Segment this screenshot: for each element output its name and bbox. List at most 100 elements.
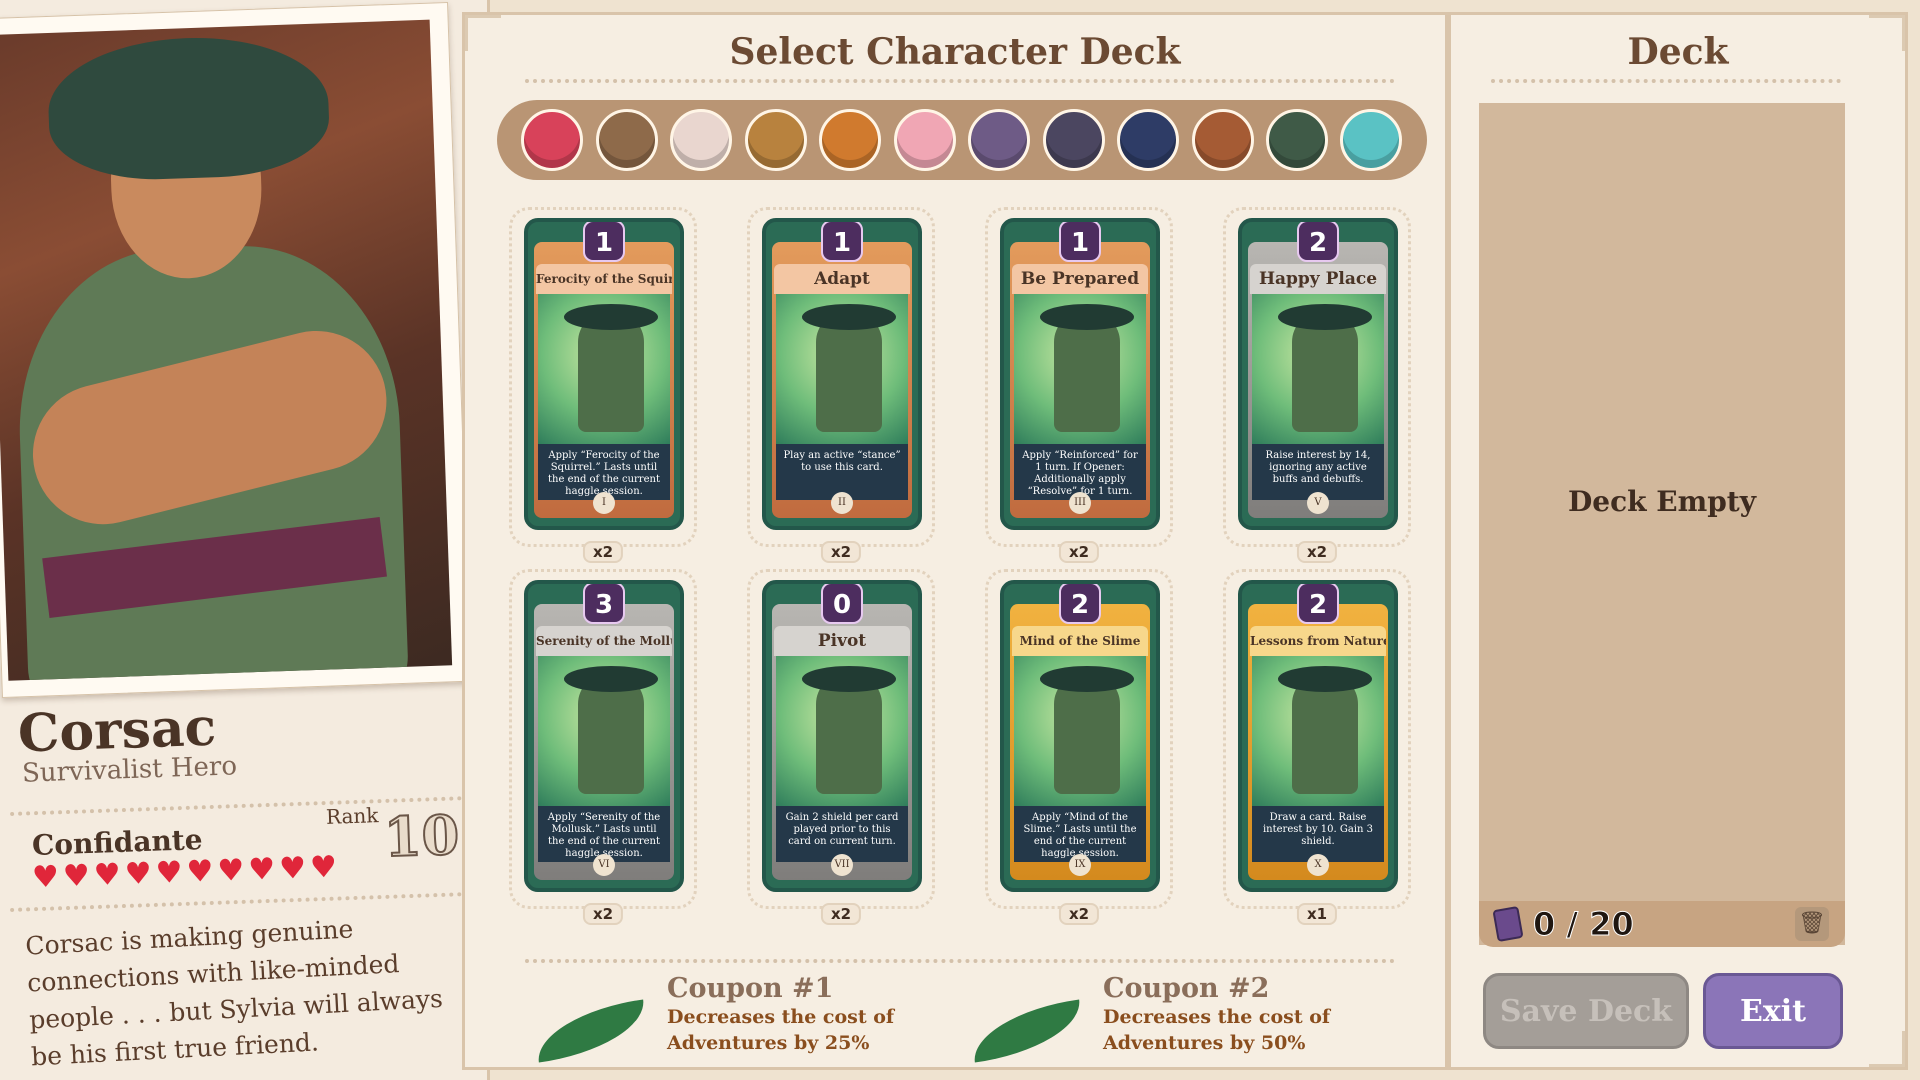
card[interactable]: 1 Adapt Play an active “stance” to use t… bbox=[762, 218, 922, 530]
card-art bbox=[538, 656, 670, 806]
card-numeral: I bbox=[593, 492, 615, 514]
coupon-title: Coupon #2 bbox=[1103, 973, 1270, 1004]
card-count: x2 bbox=[582, 541, 624, 563]
heart-icon: ♥ bbox=[309, 849, 338, 886]
dark-hair-character-icon[interactable] bbox=[1117, 109, 1180, 171]
card-art-hat bbox=[1278, 666, 1372, 692]
deck-count: 0 / 20 bbox=[1533, 905, 1635, 944]
teal-hair-character-icon[interactable] bbox=[1340, 109, 1403, 171]
coupon-desc: Adventures by 50% bbox=[1103, 1032, 1306, 1054]
card-slot[interactable]: 2 Mind of the Slime Apply “Mind of the S… bbox=[985, 569, 1173, 925]
card-name: Happy Place bbox=[1250, 264, 1386, 294]
card-art bbox=[776, 656, 908, 806]
deck-drop-area[interactable]: Deck Empty bbox=[1479, 103, 1845, 945]
heart-icon: ♥ bbox=[155, 855, 184, 891]
deck-cards-icon bbox=[1492, 905, 1524, 943]
coupon-desc: Adventures by 25% bbox=[667, 1032, 870, 1054]
card-name: Serenity of the Mollusk bbox=[536, 626, 672, 656]
horned-character-icon[interactable] bbox=[670, 109, 733, 171]
card-frame: 2 Mind of the Slime Apply “Mind of the S… bbox=[985, 569, 1173, 909]
card-art-hat bbox=[802, 666, 896, 692]
heart-icon: ♥ bbox=[93, 857, 122, 894]
card-art-hat bbox=[1278, 304, 1372, 330]
card-count: x1 bbox=[1296, 903, 1338, 925]
card-art-figure bbox=[578, 312, 644, 432]
card-art-hat bbox=[1040, 666, 1134, 692]
deck-empty-label: Deck Empty bbox=[1567, 485, 1757, 518]
red-hair-character-icon[interactable] bbox=[521, 109, 584, 171]
card-slot[interactable]: 2 Lessons from Nature Draw a card. Raise… bbox=[1223, 569, 1411, 925]
hero-portrait-frame bbox=[0, 2, 472, 698]
owl-character-icon[interactable] bbox=[595, 109, 658, 171]
card[interactable]: 2 Mind of the Slime Apply “Mind of the S… bbox=[1000, 580, 1160, 892]
exit-button[interactable]: Exit bbox=[1703, 973, 1843, 1049]
card-slot[interactable]: 3 Serenity of the Mollusk Apply “Serenit… bbox=[509, 569, 697, 925]
fox-character-icon[interactable] bbox=[1191, 109, 1254, 171]
heart-icon: ♥ bbox=[247, 851, 276, 888]
save-deck-button[interactable]: Save Deck bbox=[1483, 973, 1689, 1049]
heart-icon: ♥ bbox=[124, 856, 153, 893]
lion-character-icon[interactable] bbox=[819, 109, 882, 171]
purple-witch-character-icon[interactable] bbox=[968, 109, 1031, 171]
card-cost: 3 bbox=[583, 584, 625, 624]
card[interactable]: 1 Ferocity of the Squirrel Apply “Feroci… bbox=[524, 218, 684, 530]
coupon-1[interactable]: Coupon #1 Decreases the cost of Adventur… bbox=[532, 973, 895, 1063]
heart-icon: ♥ bbox=[216, 852, 245, 889]
card-count: x2 bbox=[820, 903, 862, 925]
divider bbox=[1491, 79, 1841, 83]
card-cost: 1 bbox=[1059, 222, 1101, 262]
card-art bbox=[538, 294, 670, 444]
card-name: Adapt bbox=[774, 264, 910, 294]
card-frame: 1 Adapt Play an active “stance” to use t… bbox=[747, 207, 935, 547]
hero-portrait bbox=[0, 19, 453, 681]
deck-title: Deck bbox=[1627, 31, 1729, 73]
card[interactable]: 3 Serenity of the Mollusk Apply “Serenit… bbox=[524, 580, 684, 892]
card-count: x2 bbox=[1058, 903, 1100, 925]
card-slot[interactable]: 1 Be Prepared Apply “Reinforced” for 1 t… bbox=[985, 207, 1173, 563]
card-count: x2 bbox=[820, 541, 862, 563]
card[interactable]: 2 Lessons from Nature Draw a card. Raise… bbox=[1238, 580, 1398, 892]
card[interactable]: 2 Happy Place Raise interest by 14, igno… bbox=[1238, 218, 1398, 530]
bear-character-icon[interactable] bbox=[744, 109, 807, 171]
card-slot[interactable]: 2 Happy Place Raise interest by 14, igno… bbox=[1223, 207, 1411, 563]
card-grid: 1 Ferocity of the Squirrel Apply “Feroci… bbox=[509, 207, 1419, 925]
hearts-row: ♥ ♥ ♥ ♥ ♥ ♥ ♥ ♥ ♥ ♥ bbox=[31, 849, 338, 896]
card-numeral: X bbox=[1307, 854, 1329, 876]
card-frame: 1 Ferocity of the Squirrel Apply “Feroci… bbox=[509, 207, 697, 547]
rank-value: 10 bbox=[382, 802, 461, 871]
divider bbox=[525, 959, 1395, 963]
card[interactable]: 0 Pivot Gain 2 shield per card played pr… bbox=[762, 580, 922, 892]
card-cost: 1 bbox=[821, 222, 863, 262]
card[interactable]: 1 Be Prepared Apply “Reinforced” for 1 t… bbox=[1000, 218, 1160, 530]
coupon-desc: Decreases the cost of bbox=[667, 1006, 895, 1028]
coupon-2[interactable]: Coupon #2 Decreases the cost of Adventur… bbox=[968, 973, 1330, 1063]
heart-icon: ♥ bbox=[278, 850, 307, 887]
heart-icon: ♥ bbox=[31, 859, 60, 896]
corsac-character-icon[interactable] bbox=[1265, 109, 1328, 171]
card-slot[interactable]: 0 Pivot Gain 2 shield per card played pr… bbox=[747, 569, 935, 925]
card-cost: 1 bbox=[583, 222, 625, 262]
deck-panel: Deck Deck Empty 0 / 20 🗑 Save Deck Exit bbox=[1448, 12, 1908, 1070]
card-art-figure bbox=[1054, 674, 1120, 794]
card-count: x2 bbox=[582, 903, 624, 925]
card-numeral: III bbox=[1069, 492, 1091, 514]
leaf-icon bbox=[532, 999, 650, 1063]
deck-footer: 0 / 20 🗑 bbox=[1479, 901, 1845, 947]
character-selector bbox=[497, 100, 1427, 180]
cat-character-icon[interactable] bbox=[1042, 109, 1105, 171]
pink-creature-character-icon[interactable] bbox=[893, 109, 956, 171]
trash-icon[interactable]: 🗑 bbox=[1795, 907, 1829, 941]
card-count: x2 bbox=[1058, 541, 1100, 563]
card-name: Ferocity of the Squirrel bbox=[536, 264, 672, 294]
character-deck-panel: Select Character Deck 1 Ferocity of the … bbox=[462, 12, 1448, 1070]
card-art-figure bbox=[816, 674, 882, 794]
card-slot[interactable]: 1 Ferocity of the Squirrel Apply “Feroci… bbox=[509, 207, 697, 563]
card-cost: 2 bbox=[1297, 222, 1339, 262]
card-numeral: VI bbox=[593, 854, 615, 876]
corner-ornament bbox=[1869, 1031, 1905, 1067]
card-slot[interactable]: 1 Adapt Play an active “stance” to use t… bbox=[747, 207, 935, 563]
card-art-figure bbox=[1292, 674, 1358, 794]
card-art bbox=[1014, 656, 1146, 806]
card-art-hat bbox=[1040, 304, 1134, 330]
portrait-hat bbox=[46, 33, 331, 183]
